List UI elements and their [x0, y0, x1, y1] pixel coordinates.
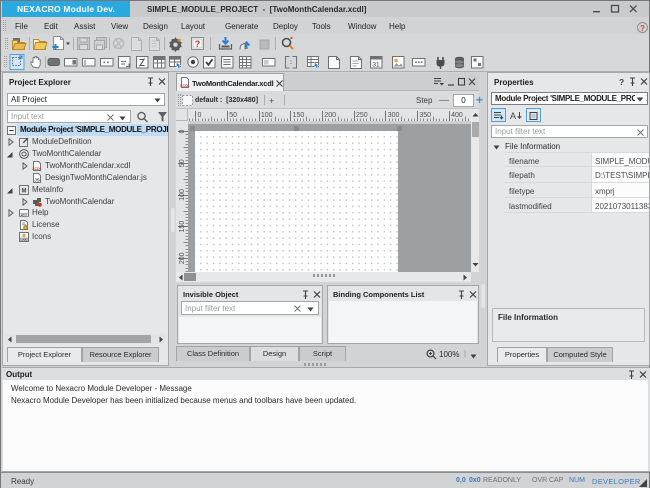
svg-text:?: ?	[619, 77, 624, 87]
svg-text:250: 250	[356, 112, 368, 119]
svg-text:100: 100	[261, 112, 273, 119]
svg-text:150: 150	[179, 221, 186, 233]
svg-text:ICO: ICO	[21, 238, 27, 242]
svg-text:300: 300	[388, 112, 400, 119]
svg-text:0: 0	[198, 112, 202, 119]
svg-text:31: 31	[372, 62, 380, 69]
svg-text:CHM: CHM	[20, 213, 28, 217]
svg-text:A: A	[510, 111, 516, 121]
svg-text:50: 50	[229, 112, 237, 119]
svg-text:0: 0	[179, 129, 186, 133]
svg-text:50: 50	[179, 159, 186, 167]
svg-text:400: 400	[451, 112, 463, 119]
svg-text:XCDL: XCDL	[32, 167, 42, 171]
svg-text:XCDL: XCDL	[180, 84, 190, 88]
svg-text:JS: JS	[34, 178, 40, 183]
svg-text:200: 200	[179, 252, 186, 264]
svg-text:350: 350	[419, 112, 431, 119]
svg-text:200: 200	[324, 112, 336, 119]
svg-text:M: M	[22, 189, 27, 195]
svg-text:?: ?	[195, 39, 201, 49]
svg-text:150: 150	[293, 112, 305, 119]
svg-text:100: 100	[179, 189, 186, 201]
